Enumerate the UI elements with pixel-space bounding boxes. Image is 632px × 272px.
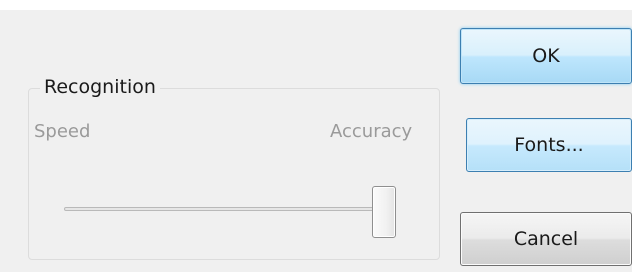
dialog-top-edge [0, 0, 632, 10]
recognition-group-title: Recognition [40, 74, 160, 100]
cancel-button[interactable]: Cancel [460, 212, 632, 266]
slider-max-label: Accuracy [330, 121, 413, 142]
recognition-slider-track[interactable] [64, 207, 394, 211]
fonts-button[interactable]: Fonts... [466, 118, 632, 172]
recognition-slider-thumb[interactable] [372, 186, 396, 238]
ok-button[interactable]: OK [460, 28, 632, 84]
slider-min-label: Speed [34, 121, 91, 142]
